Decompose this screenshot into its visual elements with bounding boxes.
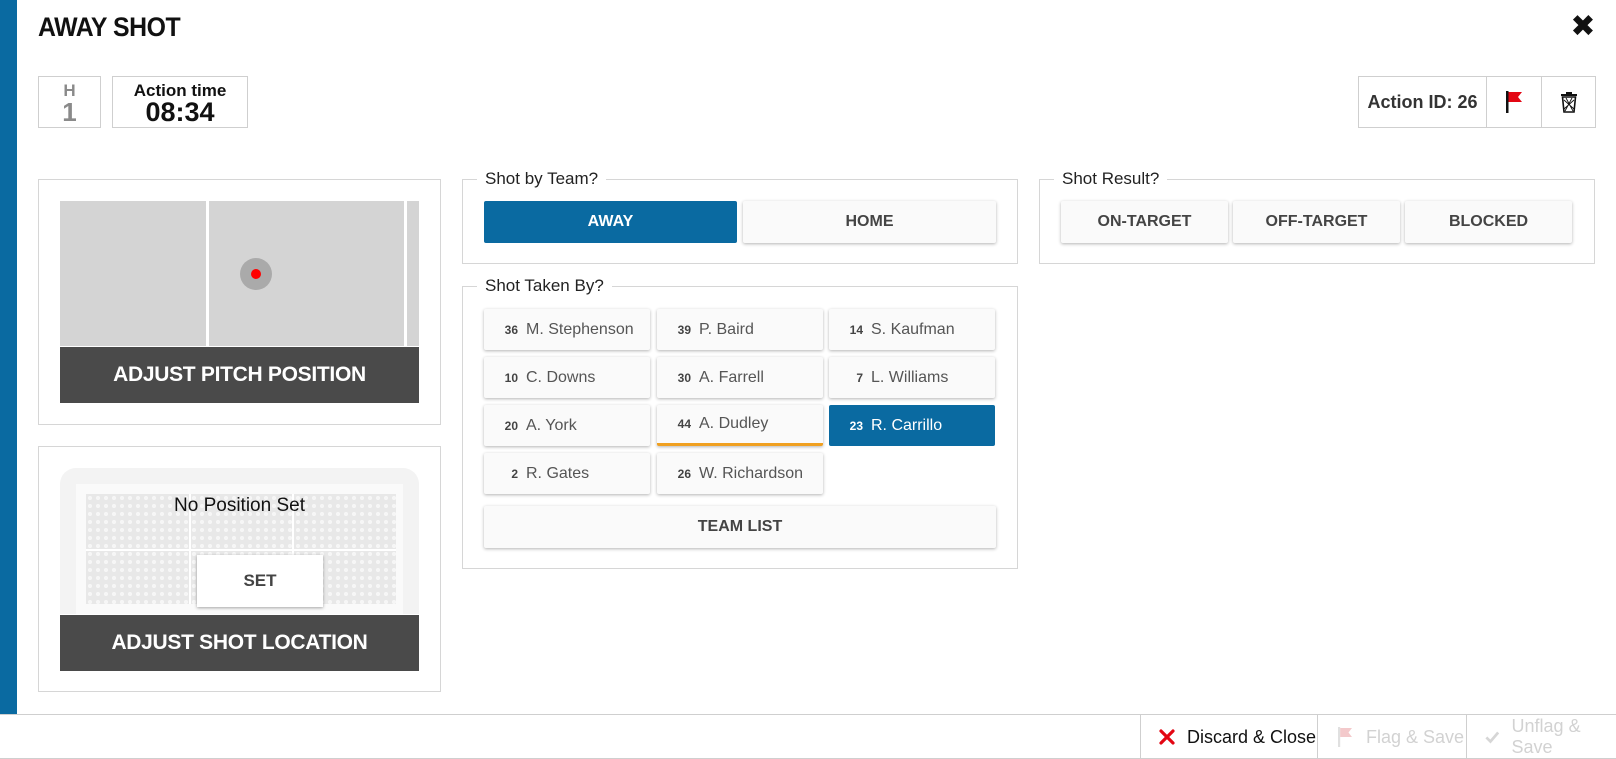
player-number: 2 (511, 466, 518, 481)
shot-by-team-legend: Shot by Team? (477, 169, 607, 189)
player-name: P. Baird (699, 320, 754, 338)
player-button[interactable]: 36 M. Stephenson (484, 309, 650, 350)
player-name: A. Dudley (699, 415, 769, 432)
unflag-save-label: Unflag & Save (1511, 716, 1581, 757)
net-divider (86, 549, 396, 551)
pitch-position-panel: ADJUST PITCH POSITION (38, 179, 441, 425)
player-button[interactable]: 26 W. Richardson (657, 453, 823, 494)
no-position-text: No Position Set (174, 495, 305, 516)
discard-close-button[interactable]: Discard & Close (1140, 715, 1317, 759)
player-button-selected[interactable]: 23 R. Carrillo (829, 405, 995, 446)
player-number: 7 (856, 370, 863, 385)
result-blocked-button[interactable]: BLOCKED (1405, 201, 1572, 243)
pitch-line (404, 201, 407, 346)
flag-icon (1506, 91, 1522, 113)
action-time[interactable]: Action time 08:34 (112, 76, 248, 128)
unflag-save-button[interactable]: Unflag & Save (1466, 715, 1616, 759)
half-indicator: H 1 (38, 76, 101, 128)
player-button[interactable]: 20 A. York (484, 405, 650, 446)
shot-result-group: Shot Result? ON-TARGET OFF-TARGET BLOCKE… (1039, 169, 1595, 264)
player-button[interactable]: 44 A. Dudley (657, 405, 823, 446)
accent-side-bar (0, 0, 17, 714)
trash-icon (1560, 92, 1577, 113)
player-name: M. Stephenson (526, 320, 634, 338)
team-list-button[interactable]: TEAM LIST (484, 506, 996, 548)
shot-result-legend: Shot Result? (1054, 169, 1168, 189)
action-time-value: 08:34 (145, 97, 215, 127)
delete-button[interactable] (1541, 77, 1595, 127)
player-button[interactable]: 7 L. Williams (829, 357, 995, 398)
player-name: L. Williams (871, 368, 949, 386)
goal-frame[interactable]: No Position Set SET (60, 468, 419, 614)
player-name: A. York (526, 416, 577, 434)
discard-close-label: Discard & Close (1187, 726, 1317, 747)
action-toolbar: Action ID: 26 (1358, 76, 1596, 128)
team-away-button[interactable]: AWAY (484, 201, 737, 243)
dialog-footer: Discard & Close Flag & Save Unflag & Sav… (0, 714, 1616, 759)
action-id: Action ID: 26 (1359, 77, 1487, 127)
player-button[interactable]: 30 A. Farrell (657, 357, 823, 398)
player-button[interactable]: 14 S. Kaufman (829, 309, 995, 350)
flag-save-button[interactable]: Flag & Save (1317, 715, 1466, 759)
player-number: 36 (504, 322, 518, 337)
flag-save-label: Flag & Save (1366, 726, 1465, 747)
set-position-button[interactable]: SET (197, 555, 323, 607)
check-disabled-icon (1485, 731, 1500, 744)
pitch-position-marker[interactable] (240, 258, 272, 290)
shot-by-team-group: Shot by Team? AWAY HOME (462, 169, 1018, 264)
player-name: A. Farrell (699, 368, 764, 386)
player-number: 39 (677, 322, 691, 337)
shot-taken-by-legend: Shot Taken By? (477, 276, 612, 296)
shot-location-panel: No Position Set SET ADJUST SHOT LOCATION (38, 446, 441, 692)
player-number: 14 (849, 322, 863, 337)
player-name: C. Downs (526, 368, 596, 386)
player-button[interactable]: 2 R. Gates (484, 453, 650, 494)
player-name: R. Carrillo (871, 416, 943, 434)
discard-x-icon (1159, 729, 1175, 745)
pitch-map[interactable] (60, 201, 419, 346)
result-on-target-button[interactable]: ON-TARGET (1061, 201, 1228, 243)
pitch-line (206, 201, 209, 346)
player-name: W. Richardson (699, 464, 804, 482)
team-home-button[interactable]: HOME (743, 201, 996, 243)
player-button[interactable]: 39 P. Baird (657, 309, 823, 350)
player-button[interactable]: 10 C. Downs (484, 357, 650, 398)
player-number: 23 (849, 418, 863, 433)
player-number: 44 (677, 417, 691, 431)
player-name: S. Kaufman (871, 320, 955, 338)
shot-taken-by-group: Shot Taken By? 36 M. Stephenson 39 P. Ba… (462, 276, 1018, 569)
player-name: R. Gates (526, 464, 590, 482)
player-number: 10 (504, 370, 518, 385)
player-number: 30 (677, 370, 691, 385)
player-number: 20 (504, 418, 518, 433)
flag-disabled-icon (1338, 727, 1352, 747)
flag-button[interactable] (1487, 77, 1541, 127)
adjust-shot-location-button[interactable]: ADJUST SHOT LOCATION (60, 615, 419, 671)
close-icon[interactable]: ✖ (1568, 10, 1598, 44)
half-value: 1 (62, 97, 77, 127)
result-off-target-button[interactable]: OFF-TARGET (1233, 201, 1400, 243)
player-number: 26 (677, 466, 691, 481)
dialog-title: AWAY SHOT (38, 12, 181, 42)
adjust-pitch-position-button[interactable]: ADJUST PITCH POSITION (60, 347, 419, 403)
